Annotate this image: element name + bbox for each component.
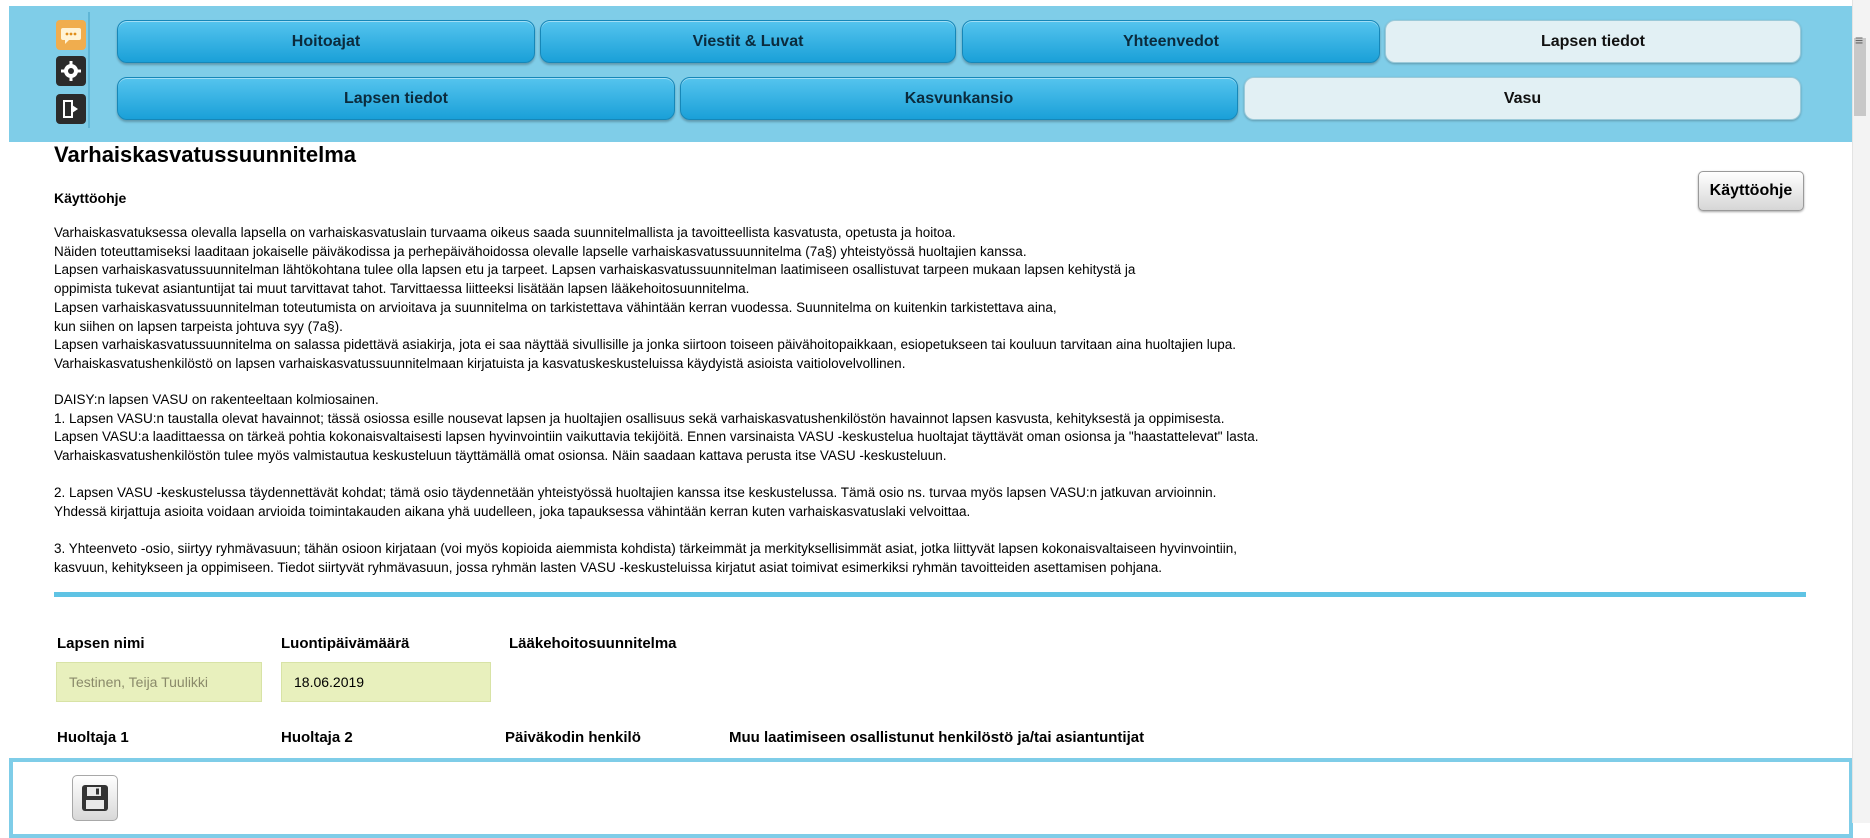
tab-yhteenvedot[interactable]: Yhteenvedot [962,20,1380,63]
text-line: Varhaiskasvatuksessa olevalla lapsella o… [54,225,956,240]
help-button[interactable]: Käyttöohje [1698,171,1804,211]
text-line: 1. Lapsen VASU:n taustalla olevat havain… [54,410,1225,426]
text-line: Varhaiskasvatushenkilöstön tulee myös va… [54,448,947,464]
tab-viestit-luvat[interactable]: Viestit & Luvat [540,20,956,63]
section-divider [54,592,1806,597]
subtab-vasu[interactable]: Vasu [1244,77,1801,120]
text-line: DAISY:n lapsen VASU on rakenteeltaan kol… [54,392,379,407]
bottom-toolbar [9,758,1853,838]
page-scrollbar[interactable] [1852,0,1870,823]
subtab-lapsen-tiedot[interactable]: Lapsen tiedot [117,77,675,120]
tab-hoitoajat[interactable]: Hoitoajat [117,20,535,63]
instructions-paragraph: DAISY:n lapsen VASU on rakenteeltaan kol… [54,391,1259,466]
daycare-person-label: Päiväkodin henkilö [505,729,641,746]
page-title: Varhaiskasvatussuunnitelma [54,142,357,167]
text-line: Yhdessä kirjattuja asioita voidaan arvio… [54,503,971,519]
subtab-kasvunkansio[interactable]: Kasvunkansio [680,77,1238,120]
child-name-field: Testinen, Teija Tuulikki [56,662,262,702]
instructions-paragraph: 3. Yhteenveto -osio, siirtyy ryhmävasuun… [54,540,1237,577]
side-icon-column [48,12,90,128]
text-line: oppimista tukevat asiantuntijat tai muut… [54,281,750,297]
chat-icon[interactable] [56,20,86,50]
child-name-label: Lapsen nimi [57,635,145,652]
text-line: Lapsen varhaiskasvatussuunnitelman lähtö… [54,262,1136,278]
scrollbar-thumb[interactable] [1854,38,1866,116]
created-date-label: Luontipäivämäärä [281,635,410,652]
medication-plan-label: Lääkehoitosuunnitelma [509,635,677,652]
text-line: Lapsen VASU:a laadittaessa on tärkeä poh… [54,429,1259,445]
other-staff-label: Muu laatimiseen osallistunut henkilöstö … [729,729,1145,746]
guardian1-label: Huoltaja 1 [57,729,129,746]
text-line: Lapsen varhaiskasvatussuunnitelman toteu… [54,299,1057,315]
save-button[interactable] [72,775,118,821]
gear-icon[interactable] [56,56,86,86]
text-line: kun siihen on lapsen tarpeista johtuva s… [54,318,343,334]
text-line: Lapsen varhaiskasvatussuunnitelma on sal… [54,337,1236,353]
instructions-heading: Käyttöohje [54,190,127,206]
instructions-paragraph: 2. Lapsen VASU -keskustelussa täydennett… [54,484,1216,521]
instructions-paragraph: Varhaiskasvatuksessa olevalla lapsella o… [54,224,1236,374]
menu-glyph-icon: ≡ [1855,32,1864,48]
text-line: kasvuun, kehitykseen ja oppimiseen. Tied… [54,559,1163,575]
guardian2-label: Huoltaja 2 [281,729,353,746]
created-date-field[interactable]: 18.06.2019 [281,662,491,702]
text-line: 2. Lapsen VASU -keskustelussa täydennett… [54,485,1217,500]
tab-lapsen-tiedot[interactable]: Lapsen tiedot [1385,20,1801,63]
text-line: 3. Yhteenveto -osio, siirtyy ryhmävasuun… [54,541,1238,556]
text-line: Näiden toteuttamiseksi laaditaan jokaise… [54,243,1027,259]
exit-icon[interactable] [56,94,86,124]
floppy-disk-icon [82,785,108,811]
text-line: Varhaiskasvatushenkilöstö on lapsen varh… [54,355,906,371]
